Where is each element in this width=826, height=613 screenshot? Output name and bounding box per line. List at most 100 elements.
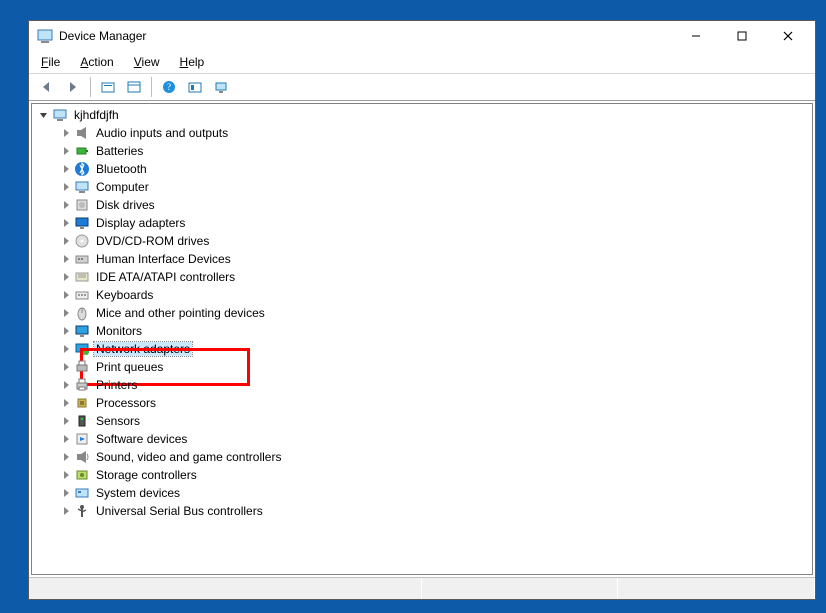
toolbar-back-button[interactable] bbox=[35, 76, 59, 98]
menu-action[interactable]: Action bbox=[72, 53, 121, 71]
menubar: File Action View Help bbox=[29, 51, 815, 73]
expander-closed-icon[interactable] bbox=[60, 181, 72, 193]
toolbar-update-driver-button[interactable] bbox=[183, 76, 207, 98]
expander-closed-icon[interactable] bbox=[60, 397, 72, 409]
tree-item-label[interactable]: Keyboards bbox=[94, 288, 155, 302]
toolbar-show-hidden-button[interactable] bbox=[122, 76, 146, 98]
tree-item-label[interactable]: Universal Serial Bus controllers bbox=[94, 504, 265, 518]
tree-item-keyboard[interactable]: Keyboards bbox=[38, 286, 812, 304]
expander-closed-icon[interactable] bbox=[60, 271, 72, 283]
tree-item-label[interactable]: Disk drives bbox=[94, 198, 157, 212]
root-label[interactable]: kjhdfdjfh bbox=[72, 108, 121, 122]
svg-text:?: ? bbox=[167, 82, 171, 92]
display-icon bbox=[74, 215, 90, 231]
tree-item-sensor[interactable]: Sensors bbox=[38, 412, 812, 430]
expander-closed-icon[interactable] bbox=[60, 217, 72, 229]
speaker-icon bbox=[74, 125, 90, 141]
menu-help[interactable]: Help bbox=[172, 53, 213, 71]
expander-closed-icon[interactable] bbox=[60, 433, 72, 445]
expander-closed-icon[interactable] bbox=[60, 325, 72, 337]
expander-closed-icon[interactable] bbox=[60, 307, 72, 319]
tree-item-label[interactable]: System devices bbox=[94, 486, 182, 500]
tree-item-software[interactable]: Software devices bbox=[38, 430, 812, 448]
tree-item-usb[interactable]: Universal Serial Bus controllers bbox=[38, 502, 812, 520]
tree-children: Audio inputs and outputs Batteries Bluetoo… bbox=[38, 124, 812, 520]
tree-item-system[interactable]: System devices bbox=[38, 484, 812, 502]
window-title: Device Manager bbox=[59, 29, 673, 43]
toolbar-help-button[interactable]: ? bbox=[157, 76, 181, 98]
tree-item-storage[interactable]: Storage controllers bbox=[38, 466, 812, 484]
tree-root-row[interactable]: kjhdfdjfh bbox=[38, 106, 812, 124]
expander-closed-icon[interactable] bbox=[60, 505, 72, 517]
hid-icon bbox=[74, 251, 90, 267]
expander-closed-icon[interactable] bbox=[60, 415, 72, 427]
printqueue-icon bbox=[74, 359, 90, 375]
toolbar-forward-button[interactable] bbox=[61, 76, 85, 98]
tree-item-label[interactable]: Sensors bbox=[94, 414, 142, 428]
tree-item-label[interactable]: Display adapters bbox=[94, 216, 187, 230]
tree-item-label[interactable]: Audio inputs and outputs bbox=[94, 126, 230, 140]
tree-item-mouse[interactable]: Mice and other pointing devices bbox=[38, 304, 812, 322]
expander-open-icon[interactable] bbox=[38, 109, 50, 121]
tree-item-hid[interactable]: Human Interface Devices bbox=[38, 250, 812, 268]
tree-item-label[interactable]: Software devices bbox=[94, 432, 189, 446]
tree-item-label[interactable]: Monitors bbox=[94, 324, 144, 338]
maximize-button[interactable] bbox=[719, 22, 765, 50]
expander-closed-icon[interactable] bbox=[60, 235, 72, 247]
tree-item-label[interactable]: Print queues bbox=[94, 360, 165, 374]
tree-item-label[interactable]: Mice and other pointing devices bbox=[94, 306, 267, 320]
mouse-icon bbox=[74, 305, 90, 321]
tree-item-dvd[interactable]: DVD/CD-ROM drives bbox=[38, 232, 812, 250]
expander-closed-icon[interactable] bbox=[60, 451, 72, 463]
expander-closed-icon[interactable] bbox=[60, 379, 72, 391]
expander-closed-icon[interactable] bbox=[60, 127, 72, 139]
tree-item-label[interactable]: Human Interface Devices bbox=[94, 252, 233, 266]
tree-item-display[interactable]: Display adapters bbox=[38, 214, 812, 232]
tree-item-disk[interactable]: Disk drives bbox=[38, 196, 812, 214]
tree-item-bluetooth[interactable]: Bluetooth bbox=[38, 160, 812, 178]
toolbar: ? bbox=[29, 73, 815, 101]
monitor-icon bbox=[74, 323, 90, 339]
tree-item-label[interactable]: DVD/CD-ROM drives bbox=[94, 234, 211, 248]
menu-file[interactable]: File bbox=[33, 53, 68, 71]
status-pane bbox=[618, 578, 815, 599]
tree-item-network[interactable]: Network adapters bbox=[38, 340, 812, 358]
tree-item-label[interactable]: Network adapters bbox=[94, 342, 192, 356]
tree-item-cpu[interactable]: Processors bbox=[38, 394, 812, 412]
tree-item-monitor[interactable]: Monitors bbox=[38, 322, 812, 340]
tree-item-battery[interactable]: Batteries bbox=[38, 142, 812, 160]
expander-closed-icon[interactable] bbox=[60, 289, 72, 301]
expander-closed-icon[interactable] bbox=[60, 145, 72, 157]
tree-item-label[interactable]: Bluetooth bbox=[94, 162, 149, 176]
tree-item-label[interactable]: Sound, video and game controllers bbox=[94, 450, 283, 464]
titlebar[interactable]: Device Manager bbox=[29, 21, 815, 51]
tree-item-printqueue[interactable]: Print queues bbox=[38, 358, 812, 376]
expander-closed-icon[interactable] bbox=[60, 163, 72, 175]
tree-item-label[interactable]: IDE ATA/ATAPI controllers bbox=[94, 270, 237, 284]
expander-closed-icon[interactable] bbox=[60, 361, 72, 373]
expander-closed-icon[interactable] bbox=[60, 469, 72, 481]
device-tree[interactable]: kjhdfdjfh Audio inputs and outputs Batter… bbox=[31, 103, 813, 575]
minimize-button[interactable] bbox=[673, 22, 719, 50]
tree-item-label[interactable]: Printers bbox=[94, 378, 139, 392]
toolbar-devices-button[interactable] bbox=[209, 76, 233, 98]
tree-item-speaker[interactable]: Audio inputs and outputs bbox=[38, 124, 812, 142]
tree-item-label[interactable]: Storage controllers bbox=[94, 468, 199, 482]
expander-closed-icon[interactable] bbox=[60, 199, 72, 211]
tree-item-label[interactable]: Processors bbox=[94, 396, 158, 410]
statusbar bbox=[29, 577, 815, 599]
close-button[interactable] bbox=[765, 22, 811, 50]
menu-view[interactable]: View bbox=[126, 53, 168, 71]
software-icon bbox=[74, 431, 90, 447]
tree-item-ide[interactable]: IDE ATA/ATAPI controllers bbox=[38, 268, 812, 286]
tree-item-sound[interactable]: Sound, video and game controllers bbox=[38, 448, 812, 466]
tree-item-label[interactable]: Batteries bbox=[94, 144, 145, 158]
tree-item-label[interactable]: Computer bbox=[94, 180, 151, 194]
toolbar-up-folder-button[interactable] bbox=[96, 76, 120, 98]
system-icon bbox=[74, 485, 90, 501]
expander-closed-icon[interactable] bbox=[60, 253, 72, 265]
tree-item-computer[interactable]: Computer bbox=[38, 178, 812, 196]
tree-item-printer[interactable]: Printers bbox=[38, 376, 812, 394]
expander-closed-icon[interactable] bbox=[60, 487, 72, 499]
expander-closed-icon[interactable] bbox=[60, 343, 72, 355]
